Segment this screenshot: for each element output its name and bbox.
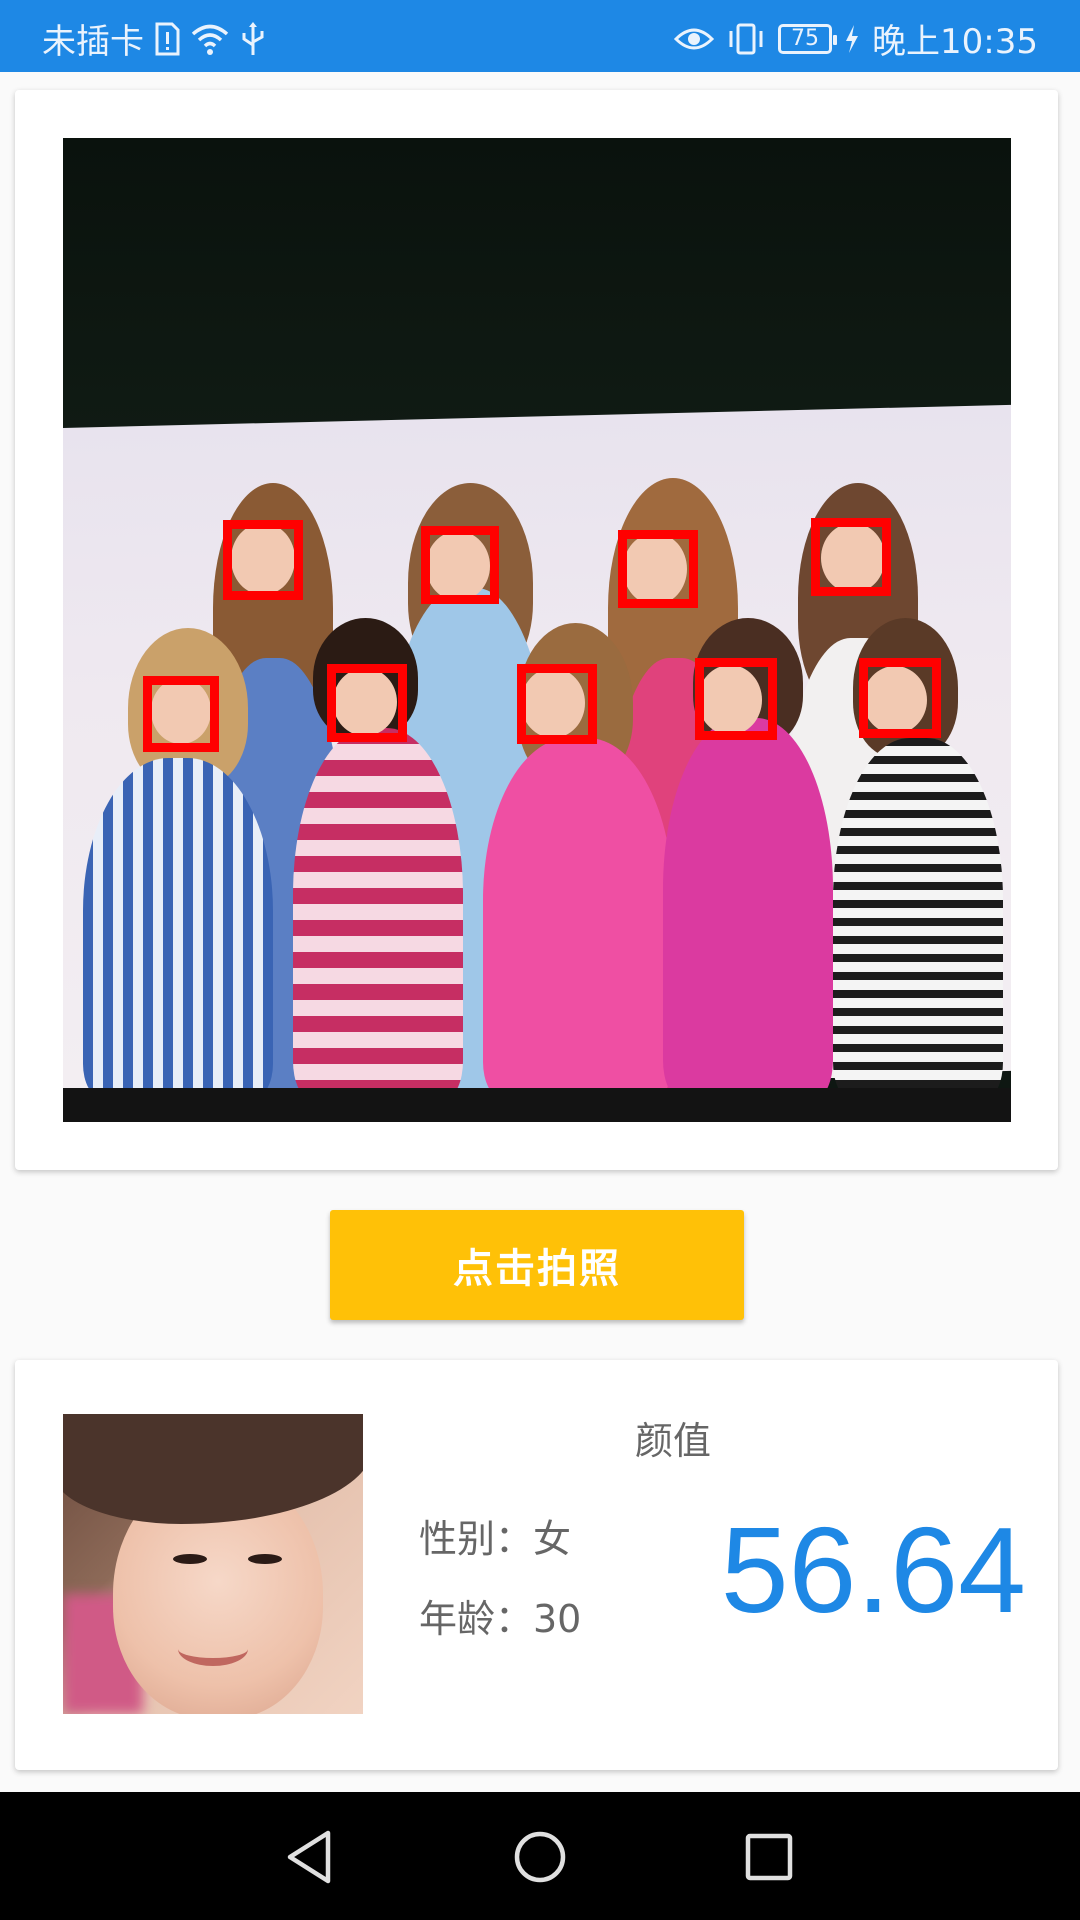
sim-alert-icon: [154, 17, 180, 61]
face-detection-box: [811, 518, 891, 596]
face-detection-box: [143, 676, 219, 752]
recents-button[interactable]: [734, 1822, 804, 1892]
home-button[interactable]: [505, 1822, 575, 1892]
person-body: [663, 718, 833, 1098]
clock: 晚上10:35: [872, 22, 1038, 62]
wifi-icon: [190, 17, 230, 61]
navigation-bar: [0, 1792, 1080, 1920]
take-photo-button[interactable]: 点击拍照: [330, 1210, 744, 1320]
face-detection-box: [517, 664, 597, 744]
beauty-score-title: 颜值: [635, 1419, 712, 1463]
face-detection-box: [421, 526, 499, 604]
usb-icon: [240, 17, 266, 61]
recents-square-icon: [745, 1833, 793, 1881]
thumb-eye: [173, 1554, 207, 1564]
person-body: [833, 738, 1003, 1098]
photo-dark-area: [63, 138, 1011, 443]
home-circle-icon: [514, 1831, 566, 1883]
detected-face-thumbnail: [63, 1414, 363, 1714]
beauty-score-value: 56.64: [720, 1502, 1026, 1638]
charging-icon: [844, 17, 860, 61]
result-card: 颜值 性别：女 年龄：30 56.64: [15, 1360, 1058, 1770]
age-label: 年龄：30: [419, 1597, 582, 1641]
thumb-hair: [63, 1414, 363, 1524]
gender-label: 性别：女: [419, 1517, 572, 1561]
battery-level: 75: [791, 26, 820, 51]
face-detection-box: [327, 664, 407, 742]
back-triangle-icon: [287, 1830, 331, 1884]
thumb-eye: [248, 1554, 282, 1564]
person-body: [83, 758, 273, 1098]
face-detection-box: [859, 658, 941, 738]
thumb-mouth: [178, 1632, 248, 1666]
group-photo: [63, 138, 1011, 1122]
battery-icon: 75: [778, 23, 838, 54]
face-detection-box: [223, 520, 303, 600]
person-body: [483, 738, 673, 1098]
photo-card: [15, 90, 1058, 1170]
status-bar: 未插卡 75 晚上10:35: [0, 0, 1080, 72]
person-body: [293, 728, 463, 1098]
eye-comfort-icon: [674, 17, 715, 61]
face-detection-box: [695, 658, 777, 740]
back-button[interactable]: [274, 1822, 344, 1892]
face-detection-box: [618, 530, 698, 608]
carrier-label: 未插卡: [42, 22, 144, 62]
vibrate-icon: [726, 17, 766, 61]
photo-bottom-strip: [63, 1088, 1011, 1122]
